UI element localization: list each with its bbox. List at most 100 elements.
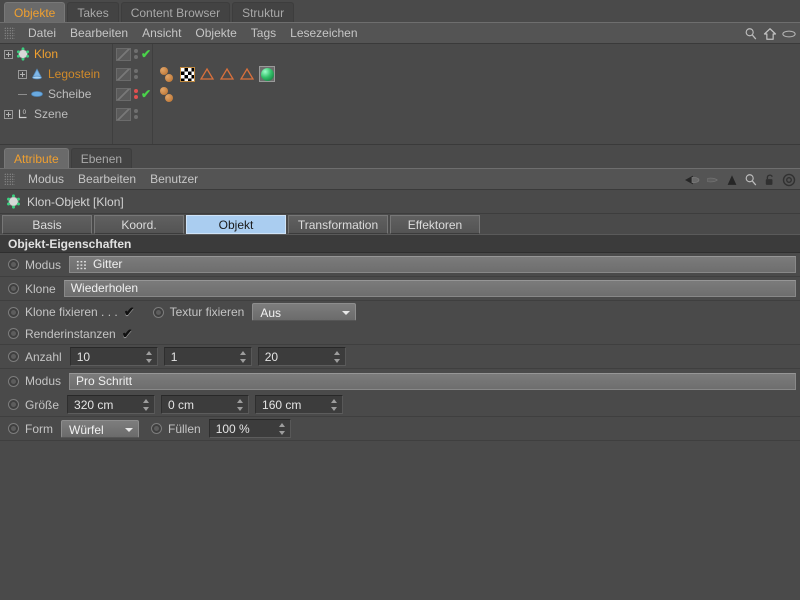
input-anzahl-z[interactable]: 20 [257,347,346,366]
spinner-icon[interactable] [237,399,244,411]
dropdown-klone[interactable]: Wiederholen [63,280,796,297]
object-name-cell[interactable]: Legostein [0,67,112,81]
animate-radio-form[interactable] [8,423,19,434]
menu-lesezeichen[interactable]: Lesezeichen [283,23,364,43]
up-arrow-icon[interactable] [725,173,739,187]
eye-icon[interactable] [782,27,796,41]
layer-swatch-icon[interactable] [116,47,131,61]
visibility-dots[interactable] [134,69,138,79]
triangle-tag-icon[interactable] [239,67,255,81]
object-name-cell[interactable]: Scheibe [0,87,112,101]
spinner-icon[interactable] [331,399,338,411]
menu-tags[interactable]: Tags [244,23,283,43]
grip-handle-icon[interactable] [4,173,15,185]
table-row[interactable]: 0 Szene [0,104,800,124]
object-name-cell[interactable]: Klon [0,47,112,61]
animate-radio-klone[interactable] [8,283,19,294]
input-groesse-y[interactable]: 0 cm [161,395,250,414]
visibility-dot-render[interactable] [134,115,138,119]
home-icon[interactable] [763,27,777,41]
tab-koord[interactable]: Koord. [94,215,184,234]
menu-bearbeiten[interactable]: Bearbeiten [71,169,143,189]
expander-plus-icon[interactable] [4,49,13,59]
expander-plus-icon[interactable] [4,109,13,119]
tab-objekt[interactable]: Objekt [186,215,286,234]
object-flags-cell[interactable]: ✔ [112,87,152,101]
object-name-cell[interactable]: 0 Szene [0,107,112,121]
tab-attribute[interactable]: Attribute [4,148,69,168]
tab-content-browser[interactable]: Content Browser [120,2,231,22]
object-flags-cell[interactable]: ✔ [112,47,152,61]
layer-swatch-icon[interactable] [116,67,131,81]
expander-plus-icon[interactable] [18,69,27,79]
object-tags-cell[interactable] [152,86,800,102]
search-icon[interactable] [744,173,758,187]
animate-radio-klone-fixieren[interactable] [8,306,19,318]
tab-effektoren[interactable]: Effektoren [390,215,480,234]
animate-radio-textur-fixieren[interactable] [152,306,164,318]
dropdown-form[interactable]: Würfel [61,419,139,438]
dropdown-modus2[interactable]: Pro Schritt [69,372,796,390]
menu-datei[interactable]: Datei [21,23,63,43]
visibility-dot-editor[interactable] [134,49,138,53]
visibility-dot-editor[interactable] [134,89,138,93]
grip-handle-icon[interactable] [4,27,15,39]
search-icon[interactable] [744,27,758,41]
animate-radio-groesse[interactable] [8,399,19,410]
object-flags-cell[interactable] [112,107,152,121]
animate-radio-renderinstanzen[interactable] [8,328,19,339]
menu-benutzer[interactable]: Benutzer [143,169,205,189]
spinner-icon[interactable] [278,423,286,435]
material-tag-icon[interactable] [259,66,275,82]
input-anzahl-y[interactable]: 1 [163,347,252,366]
table-row[interactable]: Scheibe ✔ [0,84,800,104]
layer-swatch-icon[interactable] [116,107,131,121]
object-manager-tree[interactable]: Klon ✔ Legostein Scheibe ✔ 0 Szene [0,44,800,145]
menu-modus[interactable]: Modus [21,169,71,189]
menu-objekte[interactable]: Objekte [188,23,243,43]
visibility-dot-render[interactable] [134,75,138,79]
tab-struktur[interactable]: Struktur [232,2,295,22]
lock-icon[interactable] [763,173,777,187]
spinner-icon[interactable] [333,351,341,363]
table-row[interactable]: Legostein [0,64,800,84]
animate-radio-fuellen[interactable] [151,423,162,434]
spinner-icon[interactable] [239,351,247,363]
checkbox-renderinstanzen[interactable]: ✔ [122,327,133,340]
spinner-icon[interactable] [145,351,153,363]
layer-swatch-icon[interactable] [116,87,131,101]
visibility-dot-render[interactable] [134,55,138,59]
input-fuellen[interactable]: 100 % [208,419,291,438]
tab-transformation[interactable]: Transformation [288,215,388,234]
visibility-dots[interactable] [134,89,138,99]
menu-ansicht[interactable]: Ansicht [135,23,188,43]
input-groesse-z[interactable]: 160 cm [255,395,344,414]
tab-ebenen[interactable]: Ebenen [70,148,133,168]
target-icon[interactable] [782,173,796,187]
checkbox-klone-fixieren[interactable]: ✔ [124,305,135,318]
object-flags-cell[interactable] [112,67,152,81]
triangle-tag-icon[interactable] [219,67,235,81]
sphere-pair-tag-icon[interactable] [160,66,176,82]
animate-radio-anzahl[interactable] [8,351,19,362]
dropdown-textur-fixieren[interactable]: Aus [252,303,357,321]
input-groesse-x[interactable]: 320 cm [67,395,156,414]
dropdown-modus[interactable]: Gitter [69,256,796,273]
tab-takes[interactable]: Takes [67,2,119,22]
tab-basis[interactable]: Basis [2,215,92,234]
visibility-dot-editor[interactable] [134,69,138,73]
spinner-icon[interactable] [143,399,150,411]
checker-texture-tag-icon[interactable] [180,66,195,82]
menu-bearbeiten[interactable]: Bearbeiten [63,23,135,43]
visibility-dot-render[interactable] [134,95,138,99]
back-arrow-icon[interactable] [683,173,701,187]
input-anzahl-x[interactable]: 10 [69,347,158,366]
visibility-dots[interactable] [134,109,138,119]
visibility-dots[interactable] [134,49,138,59]
visibility-dot-editor[interactable] [134,109,138,113]
animate-radio-modus[interactable] [8,259,19,270]
triangle-tag-icon[interactable] [199,67,215,81]
object-tags-cell[interactable] [152,66,800,82]
animate-radio-modus2[interactable] [8,375,19,387]
forward-arrow-icon[interactable] [706,173,720,187]
